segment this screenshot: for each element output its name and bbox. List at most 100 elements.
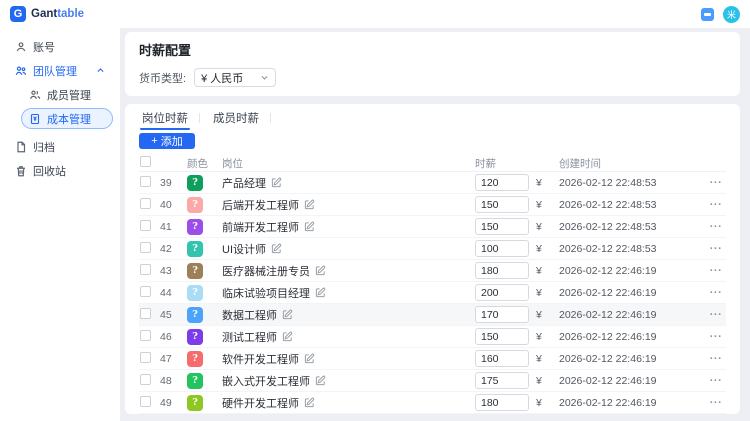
color-badge[interactable]: ? [187,262,203,279]
currency-select[interactable]: ¥ 人民币 [194,68,277,87]
row-id: 49 [160,396,172,409]
sidebar-item-account[interactable]: 账号 [7,36,113,57]
table-header: 颜色 岗位 时薪 创建时间 [139,155,726,172]
sidebar-item-archive[interactable]: 归档 [7,136,113,157]
logo-icon: G [10,6,26,22]
edit-icon[interactable] [282,309,293,320]
topbar: G Ganttable 米 [0,0,750,28]
trash-icon [17,165,25,176]
tab-position-rate[interactable]: 岗位时薪 [140,110,190,130]
tab-member-rate[interactable]: 成员时薪 [212,110,260,126]
plus-icon: + [151,135,158,147]
rate-input[interactable] [475,196,529,213]
add-button[interactable]: + 添加 [139,133,195,149]
rate-input[interactable] [475,218,529,235]
color-badge[interactable]: ? [187,350,203,367]
color-badge[interactable]: ? [187,196,203,213]
currency-type-label: 货币类型: [139,72,187,85]
edit-icon[interactable] [315,287,326,298]
rate-input[interactable] [475,372,529,389]
edit-icon[interactable] [315,375,326,386]
edit-icon[interactable] [271,177,282,188]
sidebar-item-label: 成本管理 [47,113,91,126]
currency-symbol: ¥ [536,264,542,277]
brand-text-dark: Gant [31,8,58,20]
more-actions-button[interactable]: ··· [706,375,726,387]
edit-icon[interactable] [304,397,315,408]
row-checkbox[interactable] [140,285,151,297]
more-actions-button[interactable]: ··· [706,243,726,255]
more-actions-button[interactable]: ··· [706,397,726,409]
row-checkbox[interactable] [140,373,151,385]
rate-input[interactable] [475,240,529,257]
select-all-checkbox[interactable] [140,156,151,167]
more-actions-button[interactable]: ··· [706,309,726,321]
chevron-up-icon[interactable] [96,66,105,75]
color-badge[interactable]: ? [187,218,203,235]
help-icon[interactable] [701,7,714,21]
row-checkbox[interactable] [140,329,151,341]
color-badge[interactable]: ? [187,240,203,257]
sidebar-item-member-management[interactable]: 成员管理 [21,84,113,105]
row-checkbox[interactable] [140,395,151,407]
page-title: 时薪配置 [139,43,192,58]
row-checkbox[interactable] [140,263,151,275]
created-time: 2026-02-12 22:48:53 [559,176,657,189]
color-badge[interactable]: ? [187,372,203,389]
rate-input[interactable] [475,174,529,191]
sidebar-item-label: 账号 [33,41,55,54]
edit-icon[interactable] [271,243,282,254]
color-badge[interactable]: ? [187,394,203,411]
edit-icon[interactable] [304,199,315,210]
sidebar-item-cost-management[interactable]: 成本管理 [21,108,113,129]
help-icon-bar [704,12,711,16]
more-actions-button[interactable]: ··· [706,353,726,365]
sidebar: 账号 团队管理 成员管理 成本管理 归档 回收站 [0,28,120,421]
currency-symbol: ¥ [536,220,542,233]
edit-icon[interactable] [282,331,293,342]
rate-input[interactable] [475,350,529,367]
currency-symbol: ¥ [536,308,542,321]
color-badge[interactable]: ? [187,306,203,323]
row-checkbox[interactable] [140,175,151,187]
column-header-color: 颜色 [187,157,208,170]
created-time: 2026-02-12 22:46:19 [559,264,657,277]
more-actions-button[interactable]: ··· [706,177,726,189]
more-actions-button[interactable]: ··· [706,221,726,233]
color-badge[interactable]: ? [187,284,203,301]
rate-input[interactable] [475,394,529,411]
more-actions-button[interactable]: ··· [706,199,726,211]
more-actions-button[interactable]: ··· [706,287,726,299]
sidebar-item-label: 团队管理 [33,65,77,78]
logo[interactable]: G Ganttable [10,6,84,22]
position-name: 后端开发工程师 [222,199,299,212]
more-actions-button[interactable]: ··· [706,265,726,277]
sidebar-item-team-management[interactable]: 团队管理 [7,60,113,81]
color-badge[interactable]: ? [187,328,203,345]
row-checkbox[interactable] [140,219,151,231]
currency-select-value: ¥ 人民币 [201,72,244,85]
row-checkbox[interactable] [140,351,151,363]
rate-input[interactable] [475,328,529,345]
sidebar-item-recycle-bin[interactable]: 回收站 [7,160,113,181]
edit-icon[interactable] [304,353,315,364]
rate-input[interactable] [475,284,529,301]
row-checkbox[interactable] [140,241,151,253]
more-actions-button[interactable]: ··· [706,331,726,343]
edit-icon[interactable] [304,221,315,232]
table-row: 41 ? 前端开发工程师 ¥ 2026-02-12 22:48:53 ··· [139,216,726,238]
row-checkbox[interactable] [140,197,151,209]
column-header-created: 创建时间 [559,157,601,170]
row-id: 48 [160,374,172,387]
rate-input[interactable] [475,262,529,279]
sidebar-item-label: 成员管理 [47,89,91,102]
row-checkbox[interactable] [140,307,151,319]
edit-icon[interactable] [315,265,326,276]
color-badge[interactable]: ? [187,174,203,191]
avatar[interactable]: 米 [723,5,740,23]
created-time: 2026-02-12 22:46:19 [559,396,657,409]
rate-input[interactable] [475,306,529,323]
brand-text-blue: table [57,8,85,20]
position-name: 软件开发工程师 [222,353,299,366]
currency-symbol: ¥ [536,330,542,343]
